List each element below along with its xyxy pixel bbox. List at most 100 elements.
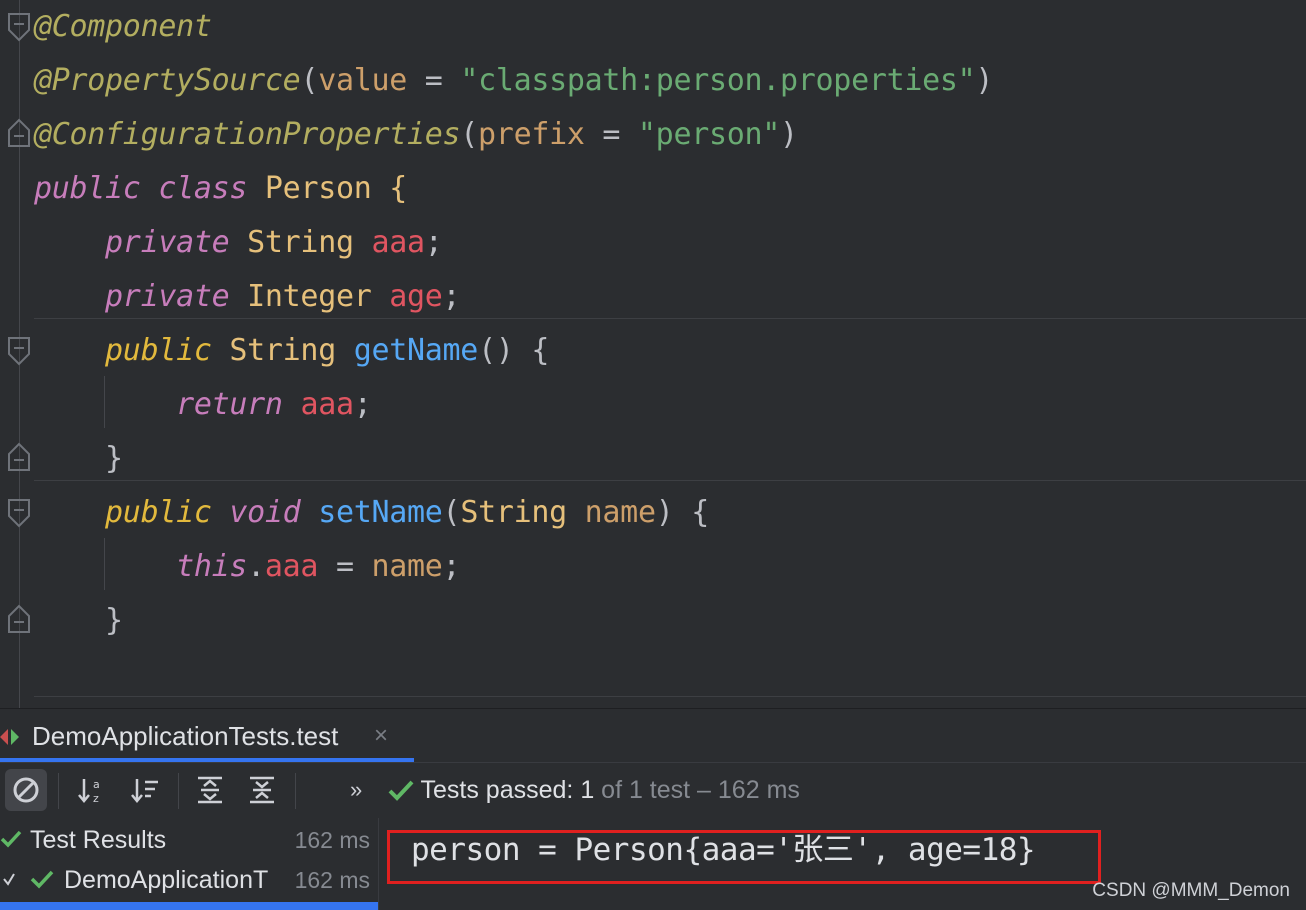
code-token: String bbox=[229, 225, 372, 260]
close-icon[interactable]: × bbox=[374, 709, 388, 763]
code-token: ) bbox=[975, 63, 994, 98]
code-token: name bbox=[371, 549, 443, 584]
run-tool-window-tabs: DemoApplicationTests.test × bbox=[0, 708, 1306, 763]
code-token: Person { bbox=[247, 171, 408, 206]
code-line: public class Person { bbox=[34, 162, 407, 216]
more-actions-chevron[interactable]: » bbox=[350, 763, 362, 817]
selection-indicator bbox=[0, 902, 378, 910]
code-token: ) { bbox=[655, 495, 710, 530]
code-token: aaa bbox=[300, 387, 354, 422]
code-token: () { bbox=[478, 333, 550, 368]
code-token: ; bbox=[442, 549, 461, 584]
expand-all-icon[interactable] bbox=[189, 769, 231, 811]
code-token: private bbox=[105, 279, 230, 314]
code-token: this bbox=[176, 549, 248, 584]
code-token: = bbox=[584, 117, 638, 152]
sort-alpha-icon[interactable]: a z bbox=[71, 769, 113, 811]
fold-marker-icon[interactable] bbox=[7, 336, 31, 366]
code-token: ) bbox=[780, 117, 798, 152]
code-editor[interactable]: @Component @PropertySource(value = "class… bbox=[0, 0, 1306, 708]
code-line: @ConfigurationProperties(prefix = "perso… bbox=[34, 108, 798, 162]
code-line: @Component bbox=[34, 0, 212, 54]
code-token: aaa bbox=[371, 225, 425, 260]
code-line: return aaa; bbox=[34, 378, 372, 432]
code-token: class bbox=[158, 171, 248, 206]
tree-row-demo-application[interactable]: DemoApplicationT 162 ms bbox=[0, 860, 378, 900]
tab-demo-application-tests[interactable]: DemoApplicationTests.test × bbox=[0, 709, 414, 763]
code-token: @ConfigurationProperties bbox=[34, 117, 461, 152]
check-icon bbox=[0, 829, 22, 854]
code-line: public String getName() { bbox=[34, 324, 549, 378]
fold-marker-icon[interactable] bbox=[7, 604, 31, 633]
code-token: Integer bbox=[229, 279, 390, 314]
method-separator bbox=[34, 696, 1306, 697]
stop-icon[interactable] bbox=[5, 769, 47, 811]
code-token: public bbox=[34, 171, 141, 206]
code-token: @Component bbox=[34, 9, 212, 44]
tree-time: 162 ms bbox=[294, 867, 370, 893]
method-separator bbox=[34, 480, 1306, 481]
code-token: private bbox=[105, 225, 230, 260]
code-token: "classpath:person.properties" bbox=[460, 63, 976, 98]
code-token: return bbox=[176, 387, 283, 422]
svg-text:z: z bbox=[93, 792, 99, 805]
console-line: person = Person{aaa='张三', age=18} bbox=[411, 832, 1036, 868]
code-token: ; bbox=[353, 387, 372, 422]
code-token: getName bbox=[353, 333, 479, 368]
fold-marker-icon[interactable] bbox=[7, 498, 31, 528]
code-token: } bbox=[34, 441, 123, 476]
code-line: } bbox=[34, 594, 123, 648]
fold-marker-icon[interactable] bbox=[7, 118, 31, 147]
sort-duration-icon[interactable] bbox=[124, 769, 166, 811]
code-token: public bbox=[105, 333, 212, 368]
code-token: prefix bbox=[478, 117, 585, 152]
code-line: private Integer age; bbox=[34, 270, 461, 324]
code-line: this.aaa = name; bbox=[34, 540, 461, 594]
tree-time: 162 ms bbox=[294, 827, 370, 853]
test-status: Tests passed: 1 of 1 test – 162 ms bbox=[388, 763, 800, 817]
code-token: ( bbox=[300, 63, 319, 98]
collapse-all-icon[interactable] bbox=[241, 769, 283, 811]
check-icon bbox=[388, 776, 414, 804]
tree-label: Test Results bbox=[30, 826, 167, 854]
code-token: } bbox=[34, 603, 123, 638]
status-of: of 1 test bbox=[594, 776, 691, 804]
code-token: aaa bbox=[264, 549, 319, 584]
code-line: public void setName(String name) { bbox=[34, 486, 709, 540]
code-token: . bbox=[247, 549, 265, 584]
code-token: age bbox=[389, 279, 443, 314]
code-token: String bbox=[460, 495, 567, 530]
status-count: 1 bbox=[580, 776, 595, 804]
code-token: = bbox=[407, 63, 461, 98]
tree-row-test-results[interactable]: Test Results 162 ms bbox=[0, 820, 378, 860]
code-token: ( bbox=[442, 495, 461, 530]
fold-marker-icon[interactable] bbox=[7, 12, 31, 42]
tree-label: DemoApplicationT bbox=[64, 866, 269, 894]
code-token: @PropertySource bbox=[34, 63, 301, 98]
status-prefix: Tests passed: bbox=[420, 776, 581, 804]
code-token: ; bbox=[424, 225, 443, 260]
run-config-icon bbox=[0, 727, 22, 751]
test-results-tree: Test Results 162 ms DemoApplicationT 162… bbox=[0, 818, 379, 910]
watermark: CSDN @MMM_Demon bbox=[1092, 880, 1290, 901]
status-dash: – bbox=[690, 776, 718, 804]
toolbar-separator bbox=[295, 773, 296, 809]
code-token: = bbox=[318, 549, 372, 584]
code-token: String bbox=[211, 333, 354, 368]
fold-marker-icon[interactable] bbox=[7, 442, 31, 471]
console-output[interactable]: person = Person{aaa='张三', age=18} CSDN @… bbox=[379, 818, 1306, 910]
code-token: setName bbox=[318, 495, 443, 530]
code-token: "person" bbox=[637, 117, 781, 152]
code-token: value bbox=[318, 63, 408, 98]
test-runner-toolbar: a z » Tests passed: 1 of 1 test – 162 ms bbox=[0, 762, 1306, 819]
toolbar-separator bbox=[178, 773, 179, 809]
